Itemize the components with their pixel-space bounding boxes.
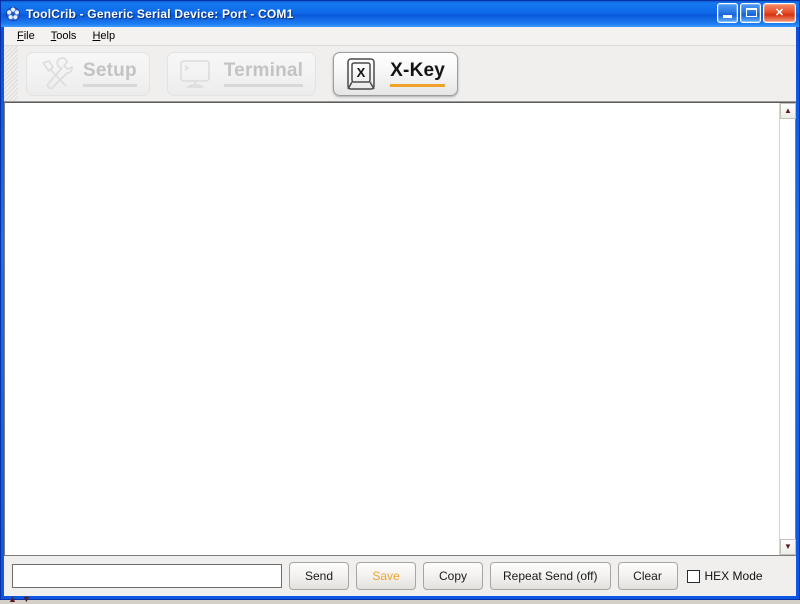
scroll-up-arrow-icon[interactable]: ▲ (780, 103, 796, 119)
svg-text:X: X (357, 65, 366, 80)
toolbar-button-terminal[interactable]: Terminal (166, 51, 317, 96)
close-button[interactable]: ✕ (763, 3, 796, 23)
scroll-down-arrow-icon[interactable]: ▼ (780, 539, 796, 555)
menu-bar: File Tools Help (4, 27, 796, 46)
menu-item-tools[interactable]: Tools (44, 29, 86, 43)
close-icon: ✕ (774, 6, 785, 19)
send-button[interactable]: Send (289, 562, 349, 590)
client-area: File Tools Help Setup Terminal X X-Key ▲… (4, 27, 796, 604)
window-title: ToolCrib - Generic Serial Device: Port -… (26, 7, 294, 21)
hex-mode-control[interactable]: HEX Mode (686, 569, 763, 583)
toolcrib-app-icon (5, 6, 21, 22)
application-window: ToolCrib - Generic Serial Device: Port -… (0, 0, 800, 604)
scroll-track[interactable] (780, 119, 795, 539)
clear-button[interactable]: Clear (617, 562, 678, 590)
minimize-button[interactable] (717, 3, 738, 23)
toolbar-underline-terminal (223, 84, 304, 87)
toolbar-button-x-key-label: X-Key (390, 60, 446, 81)
monitor-terminal-icon (177, 57, 215, 91)
window-controls: ✕ (717, 3, 796, 23)
keyboard-key-x-icon: X (343, 57, 381, 91)
toolbar-underline-x-key (390, 84, 446, 87)
minimize-icon (723, 15, 732, 18)
toolbar-underline-setup (83, 84, 137, 87)
output-vertical-scrollbar[interactable]: ▲ ▼ (779, 103, 796, 555)
menu-item-help[interactable]: Help (85, 29, 124, 43)
toolbar-button-terminal-label: Terminal (223, 60, 304, 81)
hex-mode-checkbox[interactable] (686, 569, 700, 583)
save-button[interactable]: Save (356, 562, 416, 590)
title-bar[interactable]: ToolCrib - Generic Serial Device: Port -… (1, 1, 799, 27)
menu-item-file[interactable]: File (10, 29, 44, 43)
toolbar-label-wrap-setup: Setup (83, 60, 137, 87)
tools-wrench-hammer-icon (36, 56, 74, 91)
copy-button[interactable]: Copy (423, 562, 483, 590)
toolbar-button-x-key[interactable]: X X-Key (333, 51, 459, 96)
toolbar-label-wrap-x-key: X-Key (390, 60, 446, 87)
maximize-icon (746, 8, 757, 17)
maximize-button[interactable] (740, 3, 761, 23)
repeat-send-button[interactable]: Repeat Send (off) (490, 562, 611, 590)
toolbar-hatch-decoration (4, 46, 18, 101)
bottom-command-bar: Send Save Copy Repeat Send (off) Clear H… (4, 556, 796, 604)
hex-mode-label: HEX Mode (704, 569, 763, 583)
output-text-area[interactable] (5, 103, 779, 555)
output-panel: ▲ ▼ (4, 102, 796, 556)
toolbar-button-setup-label: Setup (83, 60, 137, 81)
toolbar-button-setup[interactable]: Setup (26, 51, 150, 96)
main-toolbar: Setup Terminal X X-Key (4, 46, 796, 102)
toolbar-label-wrap-terminal: Terminal (223, 60, 304, 87)
send-input[interactable] (12, 564, 282, 588)
